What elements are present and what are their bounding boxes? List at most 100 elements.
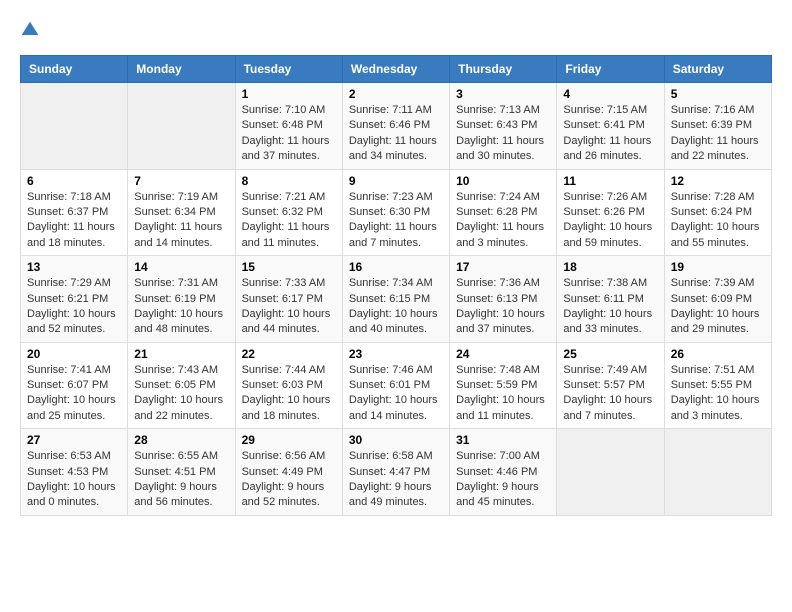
sunset-text: Sunset: 6:48 PM — [242, 119, 323, 131]
day-number: 6 — [27, 174, 121, 188]
cell-content: Sunrise: 7:41 AM Sunset: 6:07 PM Dayligh… — [27, 363, 121, 425]
sunrise-text: Sunrise: 6:56 AM — [242, 450, 326, 462]
day-number: 19 — [671, 260, 765, 274]
sunrise-text: Sunrise: 6:55 AM — [134, 450, 218, 462]
calendar-cell: 15 Sunrise: 7:33 AM Sunset: 6:17 PM Dayl… — [235, 256, 342, 343]
calendar-cell: 21 Sunrise: 7:43 AM Sunset: 6:05 PM Dayl… — [128, 342, 235, 429]
calendar-cell: 27 Sunrise: 6:53 AM Sunset: 4:53 PM Dayl… — [21, 429, 128, 516]
sunset-text: Sunset: 6:19 PM — [134, 293, 215, 305]
calendar-cell: 20 Sunrise: 7:41 AM Sunset: 6:07 PM Dayl… — [21, 342, 128, 429]
sunset-text: Sunset: 6:13 PM — [456, 293, 537, 305]
daylight-text: Daylight: 9 hours and 52 minutes. — [242, 481, 325, 508]
day-number: 12 — [671, 174, 765, 188]
sunset-text: Sunset: 5:55 PM — [671, 379, 752, 391]
day-number: 15 — [242, 260, 336, 274]
sunrise-text: Sunrise: 7:24 AM — [456, 191, 540, 203]
daylight-text: Daylight: 10 hours and 52 minutes. — [27, 308, 116, 335]
day-number: 21 — [134, 347, 228, 361]
daylight-text: Daylight: 9 hours and 45 minutes. — [456, 481, 539, 508]
cell-content: Sunrise: 7:48 AM Sunset: 5:59 PM Dayligh… — [456, 363, 550, 425]
calendar-cell: 28 Sunrise: 6:55 AM Sunset: 4:51 PM Dayl… — [128, 429, 235, 516]
day-number: 20 — [27, 347, 121, 361]
sunrise-text: Sunrise: 7:29 AM — [27, 277, 111, 289]
sunset-text: Sunset: 6:17 PM — [242, 293, 323, 305]
sunrise-text: Sunrise: 7:44 AM — [242, 364, 326, 376]
calendar-cell: 13 Sunrise: 7:29 AM Sunset: 6:21 PM Dayl… — [21, 256, 128, 343]
calendar-cell: 2 Sunrise: 7:11 AM Sunset: 6:46 PM Dayli… — [342, 83, 449, 170]
day-number: 22 — [242, 347, 336, 361]
cell-content: Sunrise: 7:11 AM Sunset: 6:46 PM Dayligh… — [349, 103, 443, 165]
calendar-cell: 5 Sunrise: 7:16 AM Sunset: 6:39 PM Dayli… — [664, 83, 771, 170]
cell-content: Sunrise: 7:28 AM Sunset: 6:24 PM Dayligh… — [671, 190, 765, 252]
daylight-text: Daylight: 10 hours and 37 minutes. — [456, 308, 545, 335]
calendar-week-row: 13 Sunrise: 7:29 AM Sunset: 6:21 PM Dayl… — [21, 256, 772, 343]
day-number: 13 — [27, 260, 121, 274]
sunset-text: Sunset: 5:57 PM — [563, 379, 644, 391]
day-number: 31 — [456, 433, 550, 447]
calendar-cell — [664, 429, 771, 516]
daylight-text: Daylight: 10 hours and 0 minutes. — [27, 481, 116, 508]
sunrise-text: Sunrise: 7:18 AM — [27, 191, 111, 203]
sunset-text: Sunset: 6:26 PM — [563, 206, 644, 218]
weekday-header: Sunday — [21, 56, 128, 83]
sunrise-text: Sunrise: 7:15 AM — [563, 104, 647, 116]
day-number: 14 — [134, 260, 228, 274]
daylight-text: Daylight: 10 hours and 40 minutes. — [349, 308, 438, 335]
sunrise-text: Sunrise: 7:38 AM — [563, 277, 647, 289]
cell-content: Sunrise: 7:10 AM Sunset: 6:48 PM Dayligh… — [242, 103, 336, 165]
cell-content: Sunrise: 7:36 AM Sunset: 6:13 PM Dayligh… — [456, 276, 550, 338]
sunrise-text: Sunrise: 7:19 AM — [134, 191, 218, 203]
cell-content: Sunrise: 7:00 AM Sunset: 4:46 PM Dayligh… — [456, 449, 550, 511]
day-number: 30 — [349, 433, 443, 447]
daylight-text: Daylight: 10 hours and 7 minutes. — [563, 394, 652, 421]
sunset-text: Sunset: 4:46 PM — [456, 466, 537, 478]
cell-content: Sunrise: 6:55 AM Sunset: 4:51 PM Dayligh… — [134, 449, 228, 511]
sunrise-text: Sunrise: 7:41 AM — [27, 364, 111, 376]
sunset-text: Sunset: 6:03 PM — [242, 379, 323, 391]
cell-content: Sunrise: 7:26 AM Sunset: 6:26 PM Dayligh… — [563, 190, 657, 252]
cell-content: Sunrise: 6:58 AM Sunset: 4:47 PM Dayligh… — [349, 449, 443, 511]
daylight-text: Daylight: 10 hours and 14 minutes. — [349, 394, 438, 421]
cell-content: Sunrise: 7:39 AM Sunset: 6:09 PM Dayligh… — [671, 276, 765, 338]
calendar-cell: 25 Sunrise: 7:49 AM Sunset: 5:57 PM Dayl… — [557, 342, 664, 429]
day-number: 16 — [349, 260, 443, 274]
sunrise-text: Sunrise: 7:28 AM — [671, 191, 755, 203]
cell-content: Sunrise: 7:34 AM Sunset: 6:15 PM Dayligh… — [349, 276, 443, 338]
sunrise-text: Sunrise: 6:53 AM — [27, 450, 111, 462]
daylight-text: Daylight: 11 hours and 37 minutes. — [242, 135, 330, 162]
day-number: 17 — [456, 260, 550, 274]
cell-content: Sunrise: 7:16 AM Sunset: 6:39 PM Dayligh… — [671, 103, 765, 165]
cell-content: Sunrise: 7:31 AM Sunset: 6:19 PM Dayligh… — [134, 276, 228, 338]
calendar-cell: 10 Sunrise: 7:24 AM Sunset: 6:28 PM Dayl… — [450, 169, 557, 256]
sunset-text: Sunset: 5:59 PM — [456, 379, 537, 391]
sunrise-text: Sunrise: 7:46 AM — [349, 364, 433, 376]
daylight-text: Daylight: 10 hours and 44 minutes. — [242, 308, 331, 335]
calendar-cell: 12 Sunrise: 7:28 AM Sunset: 6:24 PM Dayl… — [664, 169, 771, 256]
sunset-text: Sunset: 4:49 PM — [242, 466, 323, 478]
day-number: 7 — [134, 174, 228, 188]
day-number: 11 — [563, 174, 657, 188]
sunset-text: Sunset: 6:30 PM — [349, 206, 430, 218]
sunset-text: Sunset: 6:32 PM — [242, 206, 323, 218]
daylight-text: Daylight: 10 hours and 18 minutes. — [242, 394, 331, 421]
sunset-text: Sunset: 4:47 PM — [349, 466, 430, 478]
calendar-cell: 4 Sunrise: 7:15 AM Sunset: 6:41 PM Dayli… — [557, 83, 664, 170]
sunset-text: Sunset: 6:46 PM — [349, 119, 430, 131]
sunset-text: Sunset: 4:53 PM — [27, 466, 108, 478]
weekday-header: Monday — [128, 56, 235, 83]
daylight-text: Daylight: 10 hours and 59 minutes. — [563, 221, 652, 248]
daylight-text: Daylight: 9 hours and 56 minutes. — [134, 481, 217, 508]
cell-content: Sunrise: 7:38 AM Sunset: 6:11 PM Dayligh… — [563, 276, 657, 338]
calendar-table: SundayMondayTuesdayWednesdayThursdayFrid… — [20, 55, 772, 516]
calendar-cell: 8 Sunrise: 7:21 AM Sunset: 6:32 PM Dayli… — [235, 169, 342, 256]
cell-content: Sunrise: 7:44 AM Sunset: 6:03 PM Dayligh… — [242, 363, 336, 425]
daylight-text: Daylight: 10 hours and 33 minutes. — [563, 308, 652, 335]
sunrise-text: Sunrise: 7:00 AM — [456, 450, 540, 462]
sunset-text: Sunset: 6:01 PM — [349, 379, 430, 391]
sunrise-text: Sunrise: 7:33 AM — [242, 277, 326, 289]
sunrise-text: Sunrise: 7:43 AM — [134, 364, 218, 376]
calendar-cell — [21, 83, 128, 170]
sunrise-text: Sunrise: 7:16 AM — [671, 104, 755, 116]
cell-content: Sunrise: 7:24 AM Sunset: 6:28 PM Dayligh… — [456, 190, 550, 252]
sunrise-text: Sunrise: 7:39 AM — [671, 277, 755, 289]
